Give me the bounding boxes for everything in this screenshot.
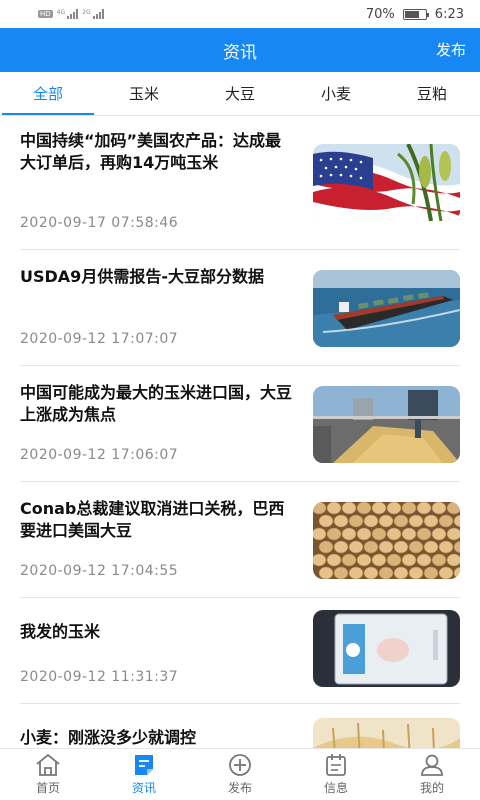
news-time: 2020-09-12 17:04:55 <box>20 563 179 579</box>
nav-messages[interactable]: 信息 <box>288 749 384 800</box>
person-icon <box>421 754 443 776</box>
battery-icon <box>402 8 429 20</box>
news-item[interactable]: 小麦：刚涨没多少就调控 <box>0 704 480 748</box>
wheat-image <box>313 718 460 748</box>
soybeans-image <box>313 502 460 579</box>
nav-label: 信息 <box>323 781 348 795</box>
news-time: 2020-09-12 11:31:37 <box>20 669 179 685</box>
tab-wheat[interactable]: 小麦 <box>288 72 384 115</box>
news-item[interactable]: 我发的玉米 2020-09-12 11:31:37 <box>0 598 480 703</box>
news-time: 2020-09-17 07:58:46 <box>20 215 179 231</box>
news-title: 小麦：刚涨没多少就调控 <box>20 728 197 747</box>
bottom-nav: 首页 资讯 发布 信息 我的 <box>0 748 480 800</box>
battery-fill <box>404 10 419 18</box>
news-time: 2020-09-12 17:06:07 <box>20 447 179 463</box>
tab-corn[interactable]: 玉米 <box>96 72 192 115</box>
app-header: 资讯 发布 <box>0 28 480 72</box>
news-item[interactable]: 中国可能成为最大的玉米进口国，大豆上涨成为焦点 2020-09-12 17:06… <box>0 366 480 481</box>
status-right: 70% 6:23 <box>366 7 464 22</box>
news-title: 中国持续“加码”美国农产品：达成最大订单后，再购14万吨玉米 <box>20 131 282 172</box>
clock: 6:23 <box>434 6 464 22</box>
nav-label: 发布 <box>227 781 252 795</box>
signal-label: 2G <box>82 9 91 16</box>
home-icon <box>36 753 60 776</box>
phone-photo-image <box>313 610 460 687</box>
battery-percent: 70% <box>365 6 395 22</box>
nav-label: 我的 <box>419 781 444 795</box>
news-list: 中国持续“加码”美国农产品：达成最大订单后，再购14万吨玉米 2020-09-1… <box>0 116 480 748</box>
signal-label: 4G <box>56 9 66 16</box>
tab-soybean[interactable]: 大豆 <box>192 72 288 115</box>
category-tabs: 全部 玉米 大豆 小麦 豆粕 <box>0 72 480 116</box>
tab-all[interactable]: 全部 <box>0 72 96 115</box>
tab-soymeal[interactable]: 豆粕 <box>384 72 480 115</box>
status-bar: HD 4G 2G 70% 6:23 <box>0 0 480 28</box>
news-item[interactable]: 中国持续“加码”美国农产品：达成最大订单后，再购14万吨玉米 2020-09-1… <box>0 116 480 249</box>
status-signals: HD 4G 2G <box>38 9 104 19</box>
nav-news[interactable]: 资讯 <box>96 749 192 800</box>
nav-label: 首页 <box>35 781 60 795</box>
signal-icon: 4G <box>56 9 79 19</box>
news-icon <box>135 755 153 775</box>
news-title: USDA9月供需报告-大豆部分数据 <box>20 267 264 286</box>
grain-loading-image <box>313 386 460 463</box>
nav-publish[interactable]: 发布 <box>192 749 288 800</box>
news-time: 2020-09-12 17:07:07 <box>20 331 179 347</box>
nav-home[interactable]: 首页 <box>0 749 96 800</box>
news-title: 中国可能成为最大的玉米进口国，大豆上涨成为焦点 <box>20 383 293 424</box>
publish-button[interactable]: 发布 <box>436 39 466 60</box>
news-item[interactable]: Conab总裁建议取消进口关税，巴西要进口美国大豆 2020-09-12 17:… <box>0 482 480 597</box>
calendar-icon <box>326 754 346 776</box>
nav-label: 资讯 <box>131 781 156 795</box>
hd-badge: HD <box>38 10 53 18</box>
news-item[interactable]: USDA9月供需报告-大豆部分数据 2020-09-12 17:07:07 <box>0 250 480 365</box>
cargo-ship-image <box>313 270 460 347</box>
news-title: 我发的玉米 <box>20 622 101 641</box>
news-title: Conab总裁建议取消进口关税，巴西要进口美国大豆 <box>20 499 285 540</box>
plus-circle-icon <box>229 754 251 776</box>
nav-profile[interactable]: 我的 <box>384 749 480 800</box>
page-title: 资讯 <box>223 42 257 63</box>
signal-icon: 2G <box>82 9 104 19</box>
flag-corn-image <box>313 144 460 221</box>
